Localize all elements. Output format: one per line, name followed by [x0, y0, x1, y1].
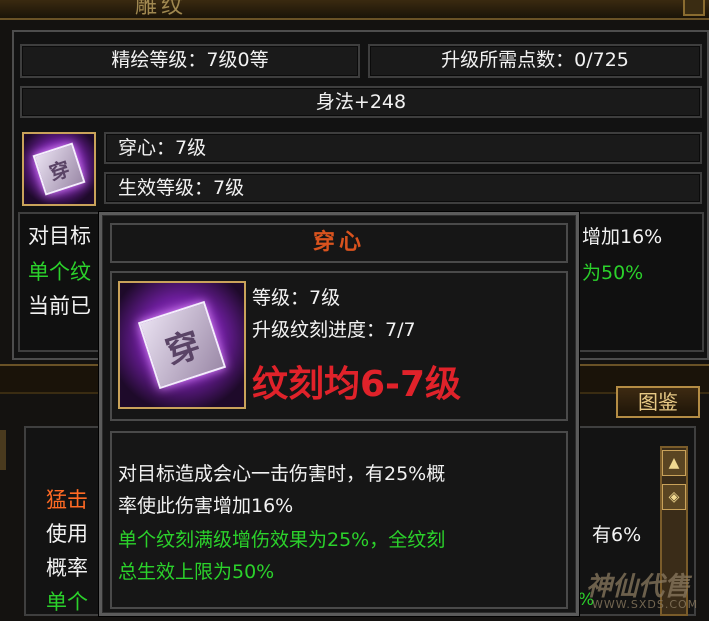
close-icon[interactable] [683, 0, 705, 16]
lower-row-2-left: 概率 [46, 556, 88, 580]
tooltip-desc-line2: 率使此伤害增加16% [118, 495, 294, 517]
rune-icon[interactable]: 穿 [22, 132, 96, 206]
bg-desc-line2-right: 为50% [582, 262, 644, 284]
effect-level-bar: 生效等级：7级 [104, 172, 702, 204]
bg-desc-line1-left: 对目标 [28, 224, 91, 248]
tooltip-desc-line1: 对目标造成会心一击伤害时，有25%概 [118, 463, 446, 485]
bg-desc-line3-left: 当前已 [28, 294, 91, 318]
bg-desc-line1-right: 增加16% [582, 226, 663, 248]
rune-name-bar: 穿心：7级 [104, 132, 702, 164]
tooltip-desc-green2: 总生效上限为50% [118, 561, 275, 583]
bg-desc-line2-left: 单个纹 [28, 260, 91, 284]
upgrade-points-bar: 升级所需点数：0/725 [368, 44, 702, 78]
upgrade-points-text: 升级所需点数：0/725 [441, 49, 629, 71]
tooltip-level: 等级：7级 [252, 287, 341, 309]
lower-row-0-left: 猛击 [46, 488, 88, 512]
scroll-up-icon[interactable]: ▲ [662, 450, 686, 476]
attribute-bonus-bar: 身法+248 [20, 86, 702, 118]
tooltip-rune-glyph: 穿 [137, 300, 227, 390]
tujian-button-label: 图鉴 [638, 390, 678, 414]
window-title-bar: 雕纹 [0, 0, 709, 20]
tooltip-progress: 升级纹刻进度：7/7 [252, 319, 416, 341]
left-edge-ornament [0, 430, 6, 470]
scroll-settings-icon[interactable]: ◈ [662, 484, 686, 510]
effect-level-text: 生效等级：7级 [118, 177, 245, 199]
tooltip-rune-icon: 穿 [118, 281, 246, 409]
rune-name-text: 穿心：7级 [118, 137, 207, 159]
tooltip-title-bar: 穿心 [110, 223, 568, 263]
window-title: 雕纹 [135, 0, 188, 19]
refine-level-bar: 精绘等级：7级0等 [20, 44, 360, 78]
lower-row-3-left: 单个 [46, 590, 88, 614]
tooltip-title: 穿心 [312, 230, 365, 255]
attribute-bonus-text: 身法+248 [315, 91, 407, 113]
watermark-url: WWW.SXDS.COM [592, 598, 699, 611]
lower-row-1-left: 使用 [46, 522, 88, 546]
rune-tooltip: 穿心 穿 等级：7级 升级纹刻进度：7/7 纹刻均6-7级 对目标造成会心一击伤… [99, 212, 579, 616]
tooltip-highlight: 纹刻均6-7级 [252, 364, 462, 405]
rune-glyph: 穿 [32, 142, 86, 196]
tujian-button[interactable]: 图鉴 [616, 386, 700, 418]
refine-level-text: 精绘等级：7级0等 [111, 49, 269, 71]
lower-row-1-right: 有6% [592, 524, 642, 546]
tooltip-desc-green1: 单个纹刻满级增伤效果为25%，全纹刻 [118, 529, 446, 551]
